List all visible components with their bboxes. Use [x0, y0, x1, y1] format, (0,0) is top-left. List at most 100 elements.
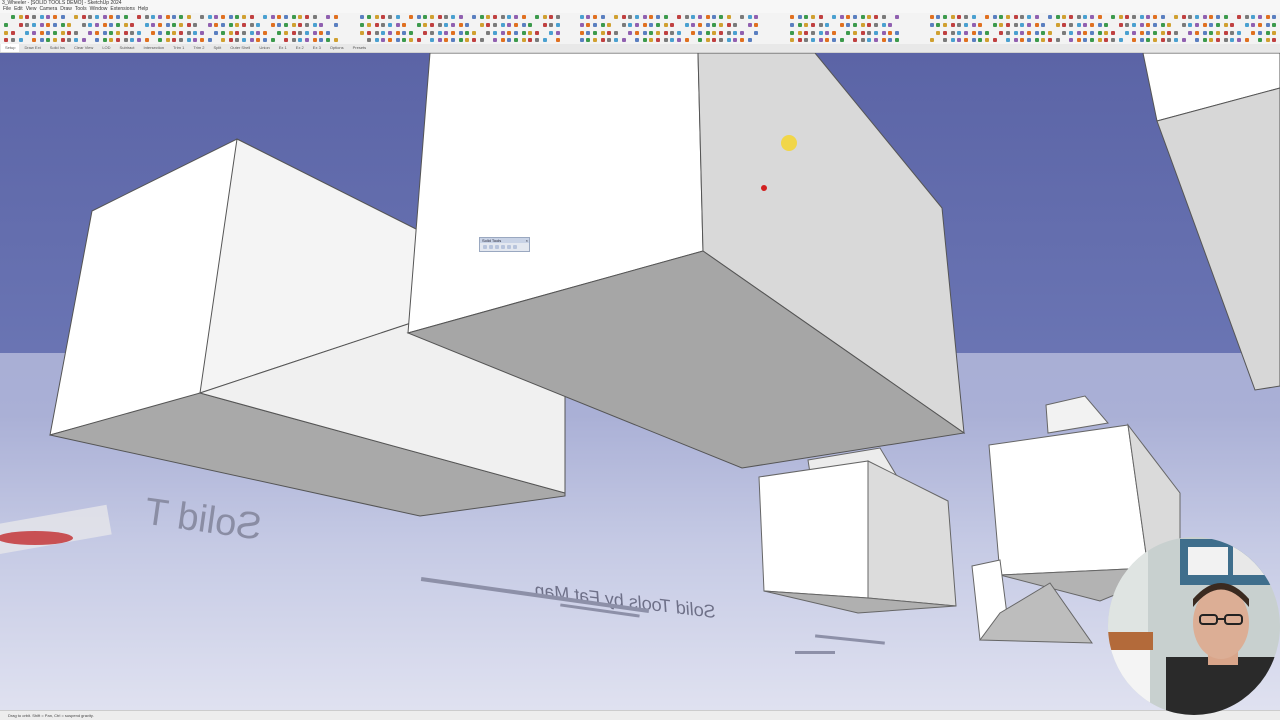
toolbar-tool-icon[interactable]	[214, 23, 218, 27]
toolbar-tool-icon[interactable]	[116, 15, 120, 19]
toolbar-tool-icon[interactable]	[166, 31, 170, 35]
toolbar-tool-icon[interactable]	[1006, 23, 1010, 27]
toolbar-tool-icon[interactable]	[381, 23, 385, 27]
toolbar-tool-icon[interactable]	[882, 38, 886, 42]
toolbar-tool-icon[interactable]	[145, 23, 149, 27]
toolbar-tool-icon[interactable]	[375, 15, 379, 19]
toolbar-tool-icon[interactable]	[158, 31, 162, 35]
scene-canvas[interactable]: Solid T Solid Tools by Fat Man	[0, 53, 1280, 710]
toolbar-tool-icon[interactable]	[964, 15, 968, 19]
toolbar-tool-icon[interactable]	[1140, 31, 1144, 35]
toolbar-tool-icon[interactable]	[277, 15, 281, 19]
toolbar-tool-icon[interactable]	[754, 23, 758, 27]
toolbar-tool-icon[interactable]	[528, 38, 532, 42]
toolbar-tool-icon[interactable]	[748, 15, 752, 19]
toolbar-tool-icon[interactable]	[593, 31, 597, 35]
toolbar-tool-icon[interactable]	[1027, 38, 1031, 42]
toolbar-tool-icon[interactable]	[1062, 15, 1066, 19]
toolbar-tool-icon[interactable]	[158, 38, 162, 42]
toolbar-tool-icon[interactable]	[172, 38, 176, 42]
toolbar-tool-icon[interactable]	[754, 31, 758, 35]
scene-tab-union[interactable]: Union	[255, 44, 273, 52]
toolbar-tool-icon[interactable]	[284, 31, 288, 35]
toolbar-tool-icon[interactable]	[4, 38, 8, 42]
toolbar-tool-icon[interactable]	[1140, 38, 1144, 42]
toolbar-tool-icon[interactable]	[951, 23, 955, 27]
toolbar-tool-icon[interactable]	[628, 15, 632, 19]
toolbar-tool-icon[interactable]	[719, 31, 723, 35]
toolbar-tool-icon[interactable]	[430, 15, 434, 19]
toolbar-tool-icon[interactable]	[1083, 15, 1087, 19]
toolbar-tool-icon[interactable]	[46, 38, 50, 42]
toolbar-tool-icon[interactable]	[861, 15, 865, 19]
toolbar-tool-icon[interactable]	[712, 23, 716, 27]
toolbar-tool-icon[interactable]	[1258, 31, 1262, 35]
toolbar-tool-icon[interactable]	[930, 15, 934, 19]
toolbar-tool-icon[interactable]	[1161, 23, 1165, 27]
toolbar-tool-icon[interactable]	[46, 23, 50, 27]
toolbar-tool-icon[interactable]	[1224, 38, 1228, 42]
toolbar-tool-icon[interactable]	[1230, 23, 1234, 27]
toolbar-tool-icon[interactable]	[643, 15, 647, 19]
subtract-icon[interactable]	[501, 245, 505, 249]
toolbar-tool-icon[interactable]	[1090, 23, 1094, 27]
toolbar-tool-icon[interactable]	[313, 15, 317, 19]
toolbar-tool-icon[interactable]	[978, 23, 982, 27]
toolbar-tool-icon[interactable]	[130, 23, 134, 27]
toolbar-tool-icon[interactable]	[402, 31, 406, 35]
toolbar-tool-icon[interactable]	[1216, 15, 1220, 19]
toolbar-tool-icon[interactable]	[193, 38, 197, 42]
toolbar-tool-icon[interactable]	[1056, 23, 1060, 27]
toolbar-tool-icon[interactable]	[670, 31, 674, 35]
toolbar-tool-icon[interactable]	[740, 38, 744, 42]
toolbar-tool-icon[interactable]	[501, 31, 505, 35]
toolbar-tool-icon[interactable]	[999, 15, 1003, 19]
scene-tab-subtract[interactable]: Subtract	[116, 44, 139, 52]
toolbar-tool-icon[interactable]	[88, 23, 92, 27]
toolbar-tool-icon[interactable]	[698, 38, 702, 42]
toolbar-tool-icon[interactable]	[465, 38, 469, 42]
toolbar-tool-icon[interactable]	[172, 31, 176, 35]
toolbar-tool-icon[interactable]	[706, 15, 710, 19]
toolbar-tool-icon[interactable]	[417, 15, 421, 19]
toolbar-tool-icon[interactable]	[396, 38, 400, 42]
toolbar-tool-icon[interactable]	[250, 15, 254, 19]
toolbar-tool-icon[interactable]	[1090, 31, 1094, 35]
toolbar-tool-icon[interactable]	[846, 15, 850, 19]
toolbar-tool-icon[interactable]	[643, 38, 647, 42]
toolbar-tool-icon[interactable]	[1041, 31, 1045, 35]
toolbar-tool-icon[interactable]	[1195, 15, 1199, 19]
toolbar-tool-icon[interactable]	[172, 23, 176, 27]
toolbar-tool-icon[interactable]	[158, 23, 162, 27]
toolbar-tool-icon[interactable]	[1062, 31, 1066, 35]
toolbar-tool-icon[interactable]	[882, 15, 886, 19]
toolbar-tool-icon[interactable]	[242, 38, 246, 42]
toolbar-tool-icon[interactable]	[514, 31, 518, 35]
toolbar-tool-icon[interactable]	[853, 38, 857, 42]
toolbar-tool-icon[interactable]	[493, 31, 497, 35]
toolbar-tool-icon[interactable]	[166, 23, 170, 27]
toolbar-tool-icon[interactable]	[221, 15, 225, 19]
toolbar-tool-icon[interactable]	[727, 15, 731, 19]
toolbar-tool-icon[interactable]	[1167, 31, 1171, 35]
toolbar-tool-icon[interactable]	[493, 38, 497, 42]
toolbar-tool-icon[interactable]	[1182, 23, 1186, 27]
toolbar-tool-icon[interactable]	[1182, 38, 1186, 42]
toolbar-tool-icon[interactable]	[943, 38, 947, 42]
toolbar-tool-icon[interactable]	[706, 31, 710, 35]
toolbar-tool-icon[interactable]	[229, 31, 233, 35]
toolbar-tool-icon[interactable]	[145, 38, 149, 42]
menu-item-camera[interactable]: Camera	[39, 6, 57, 12]
toolbar-tool-icon[interactable]	[25, 31, 29, 35]
toolbar-tool-icon[interactable]	[284, 23, 288, 27]
toolbar-tool-icon[interactable]	[664, 31, 668, 35]
toolbar-tool-icon[interactable]	[242, 31, 246, 35]
toolbar-tool-icon[interactable]	[187, 23, 191, 27]
toolbar-tool-icon[interactable]	[179, 38, 183, 42]
toolbar-tool-icon[interactable]	[514, 15, 518, 19]
toolbar-tool-icon[interactable]	[109, 23, 113, 27]
toolbar-tool-icon[interactable]	[874, 38, 878, 42]
toolbar-tool-icon[interactable]	[951, 38, 955, 42]
toolbar-tool-icon[interactable]	[1203, 15, 1207, 19]
toolbar-tool-icon[interactable]	[313, 31, 317, 35]
